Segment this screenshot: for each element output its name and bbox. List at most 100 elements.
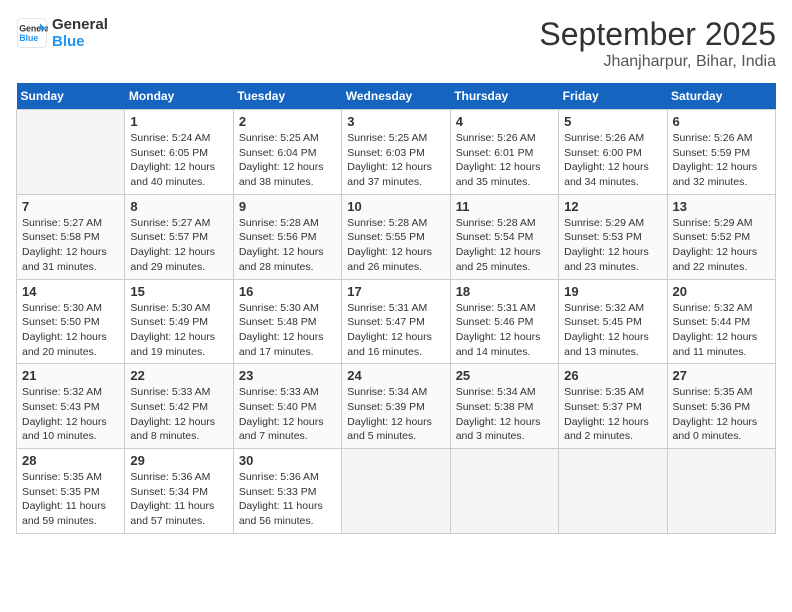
week-row-1: 1 Sunrise: 5:24 AMSunset: 6:05 PMDaylight…: [17, 110, 776, 195]
calendar-cell: 1 Sunrise: 5:24 AMSunset: 6:05 PMDaylight…: [125, 110, 233, 195]
calendar-cell: 25 Sunrise: 5:34 AMSunset: 5:38 PMDayligh…: [450, 364, 558, 449]
day-number: 11: [456, 199, 553, 214]
day-number: 7: [22, 199, 119, 214]
day-number: 15: [130, 284, 227, 299]
calendar-cell: 7 Sunrise: 5:27 AMSunset: 5:58 PMDaylight…: [17, 194, 125, 279]
day-info: Sunrise: 5:31 AMSunset: 5:46 PMDaylight:…: [456, 301, 553, 360]
logo-icon: General Blue: [16, 17, 48, 49]
calendar-cell: [559, 449, 667, 534]
day-number: 30: [239, 453, 336, 468]
calendar-cell: 18Sunrise: 5:31 AMSunset: 5:46 PMDayligh…: [450, 279, 558, 364]
calendar-cell: 28 Sunrise: 5:35 AMSunset: 5:35 PMDayligh…: [17, 449, 125, 534]
calendar-cell: 30Sunrise: 5:36 AMSunset: 5:33 PMDayligh…: [233, 449, 341, 534]
day-number: 22: [130, 368, 227, 383]
month-title: September 2025: [539, 16, 776, 53]
calendar-cell: 29 Sunrise: 5:36 AMSunset: 5:34 PMDayligh…: [125, 449, 233, 534]
calendar-cell: 13 Sunrise: 5:29 AMSunset: 5:52 PMDayligh…: [667, 194, 775, 279]
day-info: Sunrise: 5:36 AMSunset: 5:34 PMDaylight:…: [130, 470, 227, 529]
day-number: 1: [130, 114, 227, 129]
calendar-cell: 14 Sunrise: 5:30 AMSunset: 5:50 PMDayligh…: [17, 279, 125, 364]
day-number: 3: [347, 114, 444, 129]
calendar-cell: 9 Sunrise: 5:28 AMSunset: 5:56 PMDaylight…: [233, 194, 341, 279]
day-info: Sunrise: 5:26 AMSunset: 6:00 PMDaylight:…: [564, 131, 661, 190]
day-number: 26: [564, 368, 661, 383]
day-info: Sunrise: 5:34 AMSunset: 5:38 PMDaylight:…: [456, 385, 553, 444]
day-info: Sunrise: 5:27 AMSunset: 5:58 PMDaylight:…: [22, 216, 119, 275]
day-info: Sunrise: 5:24 AMSunset: 6:05 PMDaylight:…: [130, 131, 227, 190]
calendar-cell: 19 Sunrise: 5:32 AMSunset: 5:45 PMDayligh…: [559, 279, 667, 364]
logo: General Blue GeneralBlue: [16, 16, 108, 50]
day-number: 2: [239, 114, 336, 129]
calendar-cell: 4 Sunrise: 5:26 AMSunset: 6:01 PMDaylight…: [450, 110, 558, 195]
calendar-cell: 12Sunrise: 5:29 AMSunset: 5:53 PMDayligh…: [559, 194, 667, 279]
day-number: 16: [239, 284, 336, 299]
day-info: Sunrise: 5:25 AMSunset: 6:03 PMDaylight:…: [347, 131, 444, 190]
day-info: Sunrise: 5:26 AMSunset: 5:59 PMDaylight:…: [673, 131, 770, 190]
week-row-3: 14 Sunrise: 5:30 AMSunset: 5:50 PMDayligh…: [17, 279, 776, 364]
day-number: 8: [130, 199, 227, 214]
day-info: Sunrise: 5:29 AMSunset: 5:53 PMDaylight:…: [564, 216, 661, 275]
location: Jhanjharpur, Bihar, India: [539, 53, 776, 71]
day-info: Sunrise: 5:33 AMSunset: 5:42 PMDaylight:…: [130, 385, 227, 444]
day-number: 21: [22, 368, 119, 383]
day-number: 9: [239, 199, 336, 214]
calendar-cell: 5 Sunrise: 5:26 AMSunset: 6:00 PMDaylight…: [559, 110, 667, 195]
calendar-cell: 21Sunrise: 5:32 AMSunset: 5:43 PMDayligh…: [17, 364, 125, 449]
calendar-cell: 24Sunrise: 5:34 AMSunset: 5:39 PMDayligh…: [342, 364, 450, 449]
day-number: 28: [22, 453, 119, 468]
calendar-cell: 8Sunrise: 5:27 AMSunset: 5:57 PMDaylight…: [125, 194, 233, 279]
day-number: 14: [22, 284, 119, 299]
day-number: 10: [347, 199, 444, 214]
col-header-friday: Friday: [559, 83, 667, 110]
calendar-cell: 17 Sunrise: 5:31 AMSunset: 5:47 PMDayligh…: [342, 279, 450, 364]
week-row-2: 7 Sunrise: 5:27 AMSunset: 5:58 PMDaylight…: [17, 194, 776, 279]
calendar-cell: 2 Sunrise: 5:25 AMSunset: 6:04 PMDaylight…: [233, 110, 341, 195]
calendar-cell: 20 Sunrise: 5:32 AMSunset: 5:44 PMDayligh…: [667, 279, 775, 364]
day-info: Sunrise: 5:26 AMSunset: 6:01 PMDaylight:…: [456, 131, 553, 190]
day-number: 20: [673, 284, 770, 299]
day-number: 24: [347, 368, 444, 383]
calendar-cell: 15Sunrise: 5:30 AMSunset: 5:49 PMDayligh…: [125, 279, 233, 364]
logo-text: GeneralBlue: [52, 16, 108, 50]
col-header-saturday: Saturday: [667, 83, 775, 110]
header-row: SundayMondayTuesdayWednesdayThursdayFrid…: [17, 83, 776, 110]
day-info: Sunrise: 5:28 AMSunset: 5:54 PMDaylight:…: [456, 216, 553, 275]
calendar-cell: 6 Sunrise: 5:26 AMSunset: 5:59 PMDaylight…: [667, 110, 775, 195]
day-number: 17: [347, 284, 444, 299]
calendar-cell: 11 Sunrise: 5:28 AMSunset: 5:54 PMDayligh…: [450, 194, 558, 279]
calendar-cell: [450, 449, 558, 534]
day-info: Sunrise: 5:25 AMSunset: 6:04 PMDaylight:…: [239, 131, 336, 190]
col-header-wednesday: Wednesday: [342, 83, 450, 110]
day-info: Sunrise: 5:32 AMSunset: 5:45 PMDaylight:…: [564, 301, 661, 360]
calendar-cell: [17, 110, 125, 195]
day-number: 29: [130, 453, 227, 468]
calendar-table: SundayMondayTuesdayWednesdayThursdayFrid…: [16, 83, 776, 534]
col-header-sunday: Sunday: [17, 83, 125, 110]
day-number: 5: [564, 114, 661, 129]
day-number: 25: [456, 368, 553, 383]
calendar-cell: [667, 449, 775, 534]
title-block: September 2025 Jhanjharpur, Bihar, India: [539, 16, 776, 71]
page-header: General Blue GeneralBlue September 2025 …: [16, 16, 776, 71]
calendar-cell: 16 Sunrise: 5:30 AMSunset: 5:48 PMDayligh…: [233, 279, 341, 364]
day-info: Sunrise: 5:28 AMSunset: 5:55 PMDaylight:…: [347, 216, 444, 275]
day-info: Sunrise: 5:31 AMSunset: 5:47 PMDaylight:…: [347, 301, 444, 360]
calendar-cell: 3 Sunrise: 5:25 AMSunset: 6:03 PMDaylight…: [342, 110, 450, 195]
day-number: 19: [564, 284, 661, 299]
day-info: Sunrise: 5:35 AMSunset: 5:36 PMDaylight:…: [673, 385, 770, 444]
day-info: Sunrise: 5:32 AMSunset: 5:44 PMDaylight:…: [673, 301, 770, 360]
calendar-cell: 27 Sunrise: 5:35 AMSunset: 5:36 PMDayligh…: [667, 364, 775, 449]
day-info: Sunrise: 5:33 AMSunset: 5:40 PMDaylight:…: [239, 385, 336, 444]
day-info: Sunrise: 5:29 AMSunset: 5:52 PMDaylight:…: [673, 216, 770, 275]
calendar-cell: 10 Sunrise: 5:28 AMSunset: 5:55 PMDayligh…: [342, 194, 450, 279]
day-info: Sunrise: 5:30 AMSunset: 5:48 PMDaylight:…: [239, 301, 336, 360]
day-number: 6: [673, 114, 770, 129]
day-number: 13: [673, 199, 770, 214]
day-number: 4: [456, 114, 553, 129]
day-number: 27: [673, 368, 770, 383]
col-header-tuesday: Tuesday: [233, 83, 341, 110]
day-info: Sunrise: 5:30 AMSunset: 5:50 PMDaylight:…: [22, 301, 119, 360]
day-info: Sunrise: 5:35 AMSunset: 5:35 PMDaylight:…: [22, 470, 119, 529]
calendar-cell: 22 Sunrise: 5:33 AMSunset: 5:42 PMDayligh…: [125, 364, 233, 449]
day-info: Sunrise: 5:28 AMSunset: 5:56 PMDaylight:…: [239, 216, 336, 275]
